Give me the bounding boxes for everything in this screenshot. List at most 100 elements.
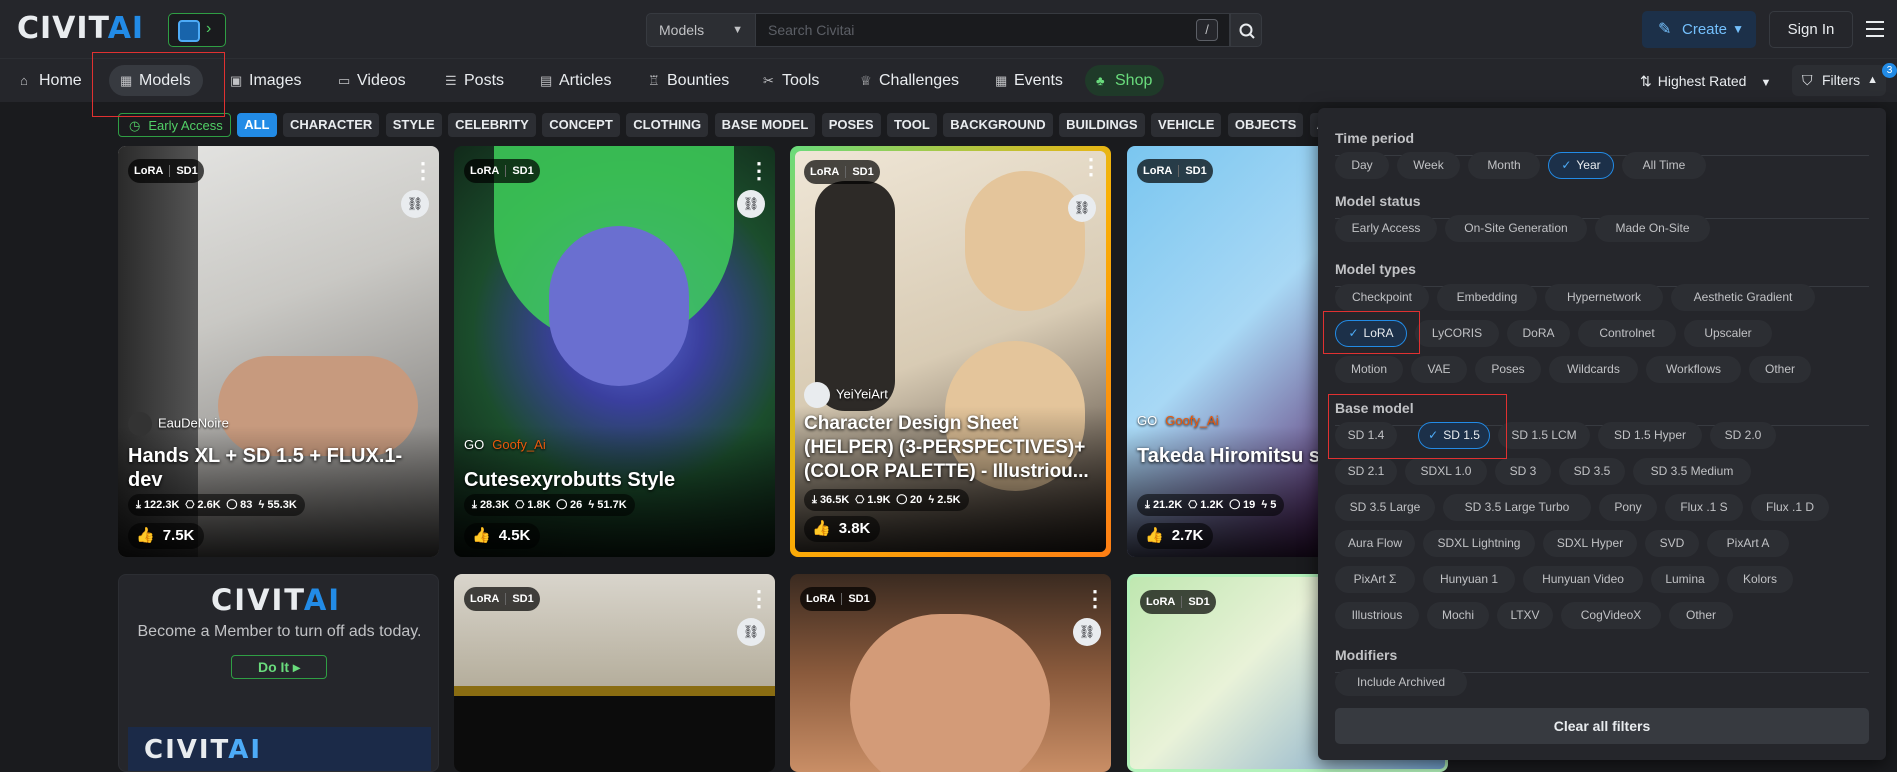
chip-wildcards[interactable]: Wildcards [1549, 356, 1638, 383]
more-options-icon[interactable]: ⋮ [1084, 588, 1106, 610]
search-input[interactable] [756, 13, 1230, 47]
chip-other-type[interactable]: Other [1749, 356, 1811, 383]
nav-tools[interactable]: ✂ Tools [752, 65, 831, 96]
chip-sdxl-hyper[interactable]: SDXL Hyper [1543, 530, 1637, 557]
chip-month[interactable]: Month [1468, 152, 1540, 179]
chip-vae[interactable]: VAE [1411, 356, 1467, 383]
model-card[interactable]: LoRA SD1 ⋮ ⛓ EauDeNoire Hands XL + SD 1.5… [118, 146, 439, 557]
sign-in-button[interactable]: Sign In [1769, 11, 1853, 48]
tag-clothing[interactable]: CLOTHING [626, 113, 709, 137]
search-button[interactable] [1230, 13, 1262, 47]
chip-mochi[interactable]: Mochi [1427, 602, 1489, 629]
chip-embedding[interactable]: Embedding [1437, 284, 1537, 311]
chip-cogvideox[interactable]: CogVideoX [1561, 602, 1661, 629]
chip-pony[interactable]: Pony [1599, 494, 1657, 521]
chip-ltxv[interactable]: LTXV [1497, 602, 1553, 629]
chip-illustrious[interactable]: Illustrious [1335, 602, 1419, 629]
chip-controlnet[interactable]: Controlnet [1578, 320, 1676, 347]
tag-base-model[interactable]: BASE MODEL [714, 113, 816, 137]
nav-videos[interactable]: ▭ Videos [327, 65, 418, 96]
chip-sd-3-5-medium[interactable]: SD 3.5 Medium [1633, 458, 1751, 485]
more-options-icon[interactable]: ⋮ [412, 160, 434, 182]
chip-on-site-generation[interactable]: On-Site Generation [1445, 215, 1587, 242]
chip-aura-flow[interactable]: Aura Flow [1335, 530, 1415, 557]
tag-buildings[interactable]: BUILDINGS [1059, 113, 1145, 137]
chip-sd-1-5-hyper[interactable]: SD 1.5 Hyper [1598, 422, 1702, 449]
link-icon[interactable]: ⛓ [737, 190, 765, 218]
tag-vehicle[interactable]: VEHICLE [1151, 113, 1222, 137]
chip-lycoris[interactable]: LyCORIS [1415, 320, 1499, 347]
tag-background[interactable]: BACKGROUND [943, 113, 1053, 137]
chip-sd-1-5-lcm[interactable]: SD 1.5 LCM [1498, 422, 1590, 449]
link-icon[interactable]: ⛓ [1073, 618, 1101, 646]
model-card[interactable]: LoRA SD1 ⋮ ⛓ [790, 574, 1111, 772]
nav-images[interactable]: ▣ Images [219, 65, 313, 96]
model-card[interactable]: LoRA SD1 ⋮ ⛓ GO Goofy_Ai Cutesexyrobutts S… [454, 146, 775, 557]
chip-upscaler[interactable]: Upscaler [1684, 320, 1772, 347]
create-button[interactable]: ✎ Create ▼ [1642, 11, 1756, 48]
link-icon[interactable]: ⛓ [1068, 194, 1096, 222]
chip-flux-1-d[interactable]: Flux .1 D [1751, 494, 1829, 521]
sort-select[interactable]: ⇅ Highest Rated ▼ [1640, 71, 1771, 93]
chip-sd-2-1[interactable]: SD 2.1 [1335, 458, 1397, 485]
chip-hunyuan-video[interactable]: Hunyuan Video [1523, 566, 1643, 593]
nav-posts[interactable]: ☰ Posts [434, 65, 516, 96]
tag-poses[interactable]: POSES [821, 113, 881, 137]
chip-sd-3[interactable]: SD 3 [1495, 458, 1551, 485]
chip-all-time[interactable]: All Time [1622, 152, 1706, 179]
tag-all[interactable]: ALL [237, 113, 277, 137]
tag-tool[interactable]: TOOL [886, 113, 937, 137]
nav-shop[interactable]: ♣ Shop [1085, 65, 1165, 96]
chip-early-access[interactable]: Early Access [1335, 215, 1437, 242]
more-options-icon[interactable]: ⋮ [1080, 156, 1102, 178]
tag-objects[interactable]: OBJECTS [1227, 113, 1304, 137]
search-scope-select[interactable]: Models ▼ [646, 13, 756, 47]
chip-week[interactable]: Week [1397, 152, 1460, 179]
chip-sd-3-5-large-turbo[interactable]: SD 3.5 Large Turbo [1443, 494, 1591, 521]
chip-lumina[interactable]: Lumina [1651, 566, 1719, 593]
chip-other-base[interactable]: Other [1669, 602, 1733, 629]
model-card-featured[interactable]: LoRA SD1 ⋮ ⛓ YeiYeiArt Character Design S… [790, 146, 1111, 557]
link-icon[interactable]: ⛓ [737, 618, 765, 646]
ad-banner-image[interactable]: CIVITAI [128, 727, 431, 771]
card-title[interactable]: Character Design Sheet (HELPER) (3-PERSP… [804, 412, 1100, 484]
chip-hunyuan-1[interactable]: Hunyuan 1 [1423, 566, 1515, 593]
chip-kolors[interactable]: Kolors [1727, 566, 1793, 593]
chip-flux-1-s[interactable]: Flux .1 S [1665, 494, 1743, 521]
chip-sd-3-5[interactable]: SD 3.5 [1559, 458, 1625, 485]
hamburger-menu-icon[interactable] [1866, 21, 1884, 37]
chip-aesthetic-gradient[interactable]: Aesthetic Gradient [1671, 284, 1815, 311]
nav-challenges[interactable]: ♕ Challenges [849, 65, 971, 96]
card-title[interactable]: Hands XL + SD 1.5 + FLUX.1-dev [128, 444, 428, 492]
chip-include-archived[interactable]: Include Archived [1335, 669, 1467, 696]
nav-home[interactable]: ⌂ Home [9, 65, 94, 96]
chip-pixart-a[interactable]: PixArt A [1707, 530, 1789, 557]
card-author[interactable]: EauDeNoire [128, 412, 229, 436]
chip-dora[interactable]: DoRA [1507, 320, 1570, 347]
ad-do-it-button[interactable]: Do It ▸ [231, 655, 327, 679]
chip-pixart-sigma[interactable]: PixArt Σ [1335, 566, 1415, 593]
card-title[interactable]: Cutesexyrobutts Style [464, 468, 764, 492]
filters-button[interactable]: ⛉ Filters ▲ [1792, 65, 1886, 96]
chip-year[interactable]: ✓ Year [1548, 152, 1614, 179]
chip-sdxl-1-0[interactable]: SDXL 1.0 [1405, 458, 1487, 485]
tag-character[interactable]: CHARACTER [282, 113, 380, 137]
chip-sdxl-lightning[interactable]: SDXL Lightning [1423, 530, 1535, 557]
chip-motion[interactable]: Motion [1335, 356, 1403, 383]
nav-events[interactable]: ▦ Events [984, 65, 1075, 96]
chip-workflows[interactable]: Workflows [1646, 356, 1741, 383]
chip-poses[interactable]: Poses [1475, 356, 1541, 383]
card-author[interactable]: YeiYeiArt [804, 382, 888, 408]
more-options-icon[interactable]: ⋮ [748, 160, 770, 182]
chip-day[interactable]: Day [1335, 152, 1389, 179]
chip-made-on-site[interactable]: Made On-Site [1595, 215, 1710, 242]
link-icon[interactable]: ⛓ [401, 190, 429, 218]
chip-checkpoint[interactable]: Checkpoint [1335, 284, 1429, 311]
chip-sd-2-0[interactable]: SD 2.0 [1710, 422, 1776, 449]
more-options-icon[interactable]: ⋮ [748, 588, 770, 610]
apps-switcher-button[interactable]: › [168, 13, 226, 47]
model-card[interactable]: LoRA SD1 ⋮ ⛓ [454, 574, 775, 772]
tag-celebrity[interactable]: CELEBRITY [448, 113, 536, 137]
card-author[interactable]: GO Goofy_Ai [464, 436, 546, 454]
nav-articles[interactable]: ▤ Articles [529, 65, 623, 96]
